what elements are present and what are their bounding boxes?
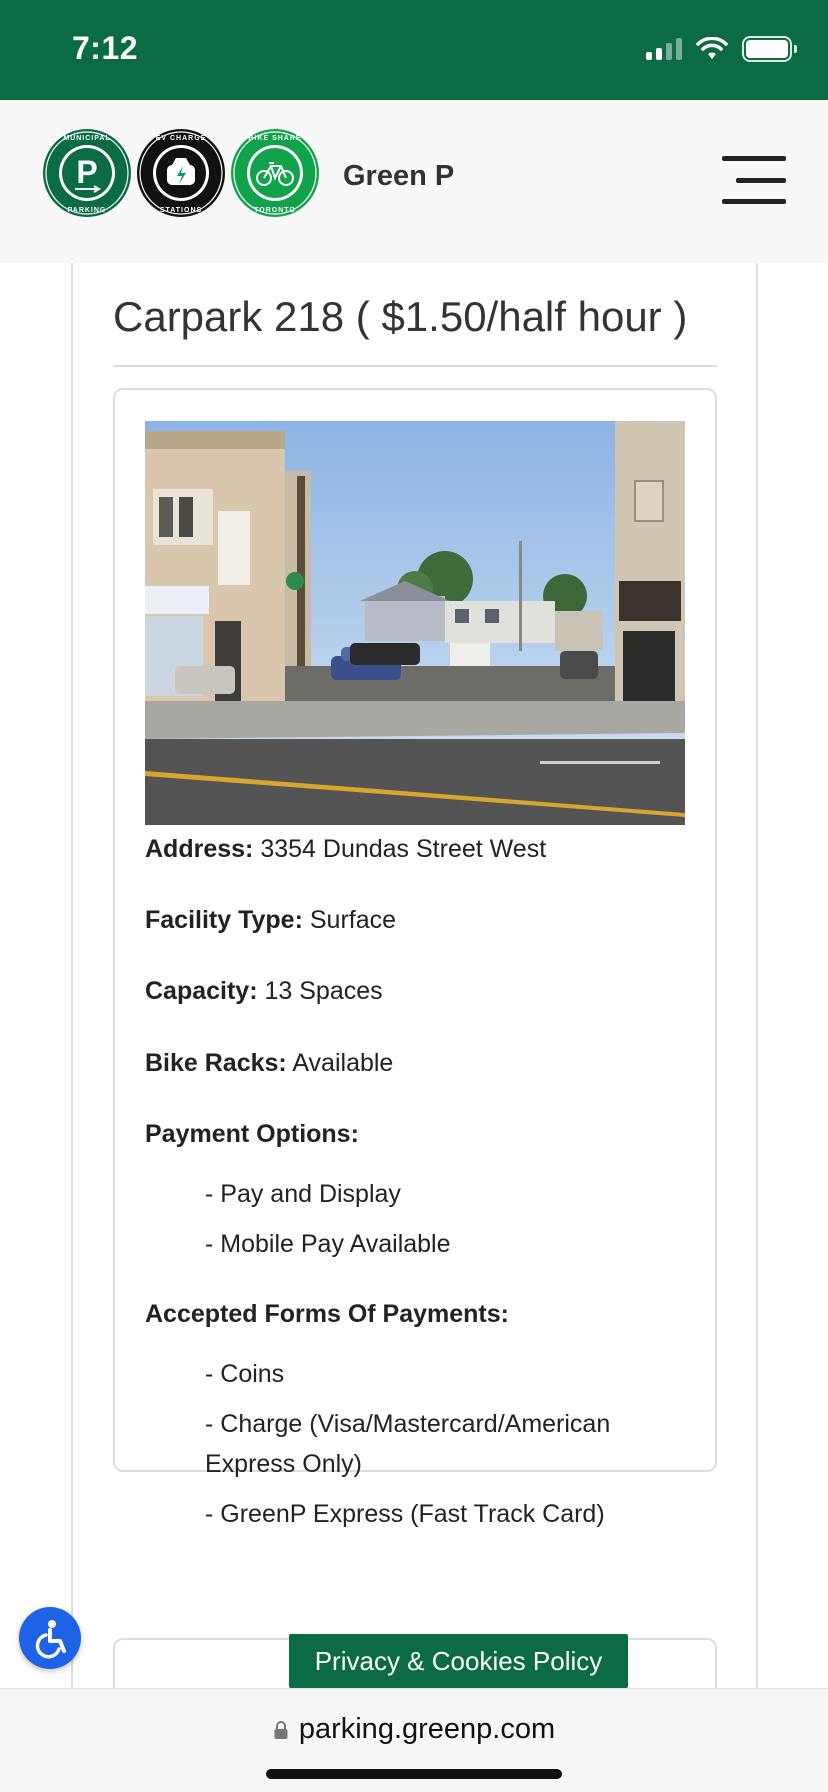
list-item: - Mobile Pay Available [205, 1230, 451, 1258]
accepted-payments-heading: Accepted Forms Of Payments: [145, 1300, 509, 1328]
bike-share-toronto-logo[interactable]: BIKE SHARE TORONTO [230, 128, 320, 218]
url-display[interactable]: parking.greenp.com [0, 1713, 828, 1746]
cellular-signal-icon [646, 38, 682, 60]
svg-text:MUNICIPAL: MUNICIPAL [63, 135, 110, 142]
browser-url-bar[interactable]: parking.greenp.com [0, 1688, 828, 1792]
bike-racks-value: Available [292, 1049, 394, 1077]
carpark-photo [145, 421, 685, 825]
ev-charge-stations-logo[interactable]: EV CHARGE STATIONS [136, 128, 226, 218]
svg-text:P: P [76, 154, 97, 190]
carpark-info-card: Address: 3354 Dundas Street West Facilit… [113, 388, 717, 1528]
privacy-cookies-button[interactable]: Privacy & Cookies Policy [289, 1634, 628, 1688]
address-field: Address: 3354 Dundas Street West [145, 835, 546, 864]
list-item: - Coins [205, 1360, 285, 1388]
status-icons [646, 36, 797, 62]
facility-type-field: Facility Type: Surface [145, 906, 396, 935]
page-title: Carpark 218 ( $1.50/half hour ) [113, 293, 688, 340]
payment-options-heading: Payment Options: [145, 1120, 359, 1148]
lock-icon [274, 1721, 288, 1739]
list-item: - GreenP Express (Fast Track Card) [205, 1500, 605, 1528]
svg-text:BIKE SHARE: BIKE SHARE [248, 135, 301, 142]
svg-text:TORONTO: TORONTO [254, 207, 296, 214]
svg-text:EV CHARGE: EV CHARGE [156, 135, 207, 142]
address-value: 3354 Dundas Street West [260, 835, 547, 863]
list-item: - Pay and Display [205, 1180, 401, 1208]
list-item-continued: Express Only) [205, 1450, 362, 1478]
hamburger-menu-icon[interactable] [720, 152, 788, 208]
svg-text:STATIONS: STATIONS [160, 207, 202, 214]
facility-type-label: Facility Type: [145, 906, 303, 934]
status-bar: 7:12 [0, 0, 828, 100]
list-item: - Charge (Visa/Mastercard/American [205, 1410, 611, 1438]
brand-name[interactable]: Green P [343, 160, 454, 193]
address-label: Address: [145, 835, 254, 863]
title-divider [113, 365, 717, 367]
bike-racks-label: Bike Racks: [145, 1049, 287, 1077]
battery-icon [742, 36, 797, 62]
capacity-value: 13 Spaces [264, 977, 383, 1005]
municipal-parking-logo[interactable]: P MUNICIPAL PARKING [42, 128, 132, 218]
capacity-label: Capacity: [145, 977, 258, 1005]
capacity-field: Capacity: 13 Spaces [145, 977, 383, 1006]
wifi-icon [696, 37, 728, 59]
home-indicator [266, 1769, 562, 1779]
status-time: 7:12 [72, 30, 139, 66]
logo-group[interactable]: P MUNICIPAL PARKING EV CHARGE STATIONS B… [42, 128, 320, 218]
main-content: Carpark 218 ( $1.50/half hour ) Address:… [71, 263, 758, 1758]
accessibility-icon[interactable] [19, 1607, 81, 1669]
bike-racks-field: Bike Racks: Available [145, 1049, 393, 1078]
facility-type-value: Surface [309, 906, 397, 934]
svg-text:PARKING: PARKING [68, 207, 107, 214]
url-text: parking.greenp.com [298, 1713, 556, 1745]
site-header: P MUNICIPAL PARKING EV CHARGE STATIONS B… [0, 100, 828, 263]
